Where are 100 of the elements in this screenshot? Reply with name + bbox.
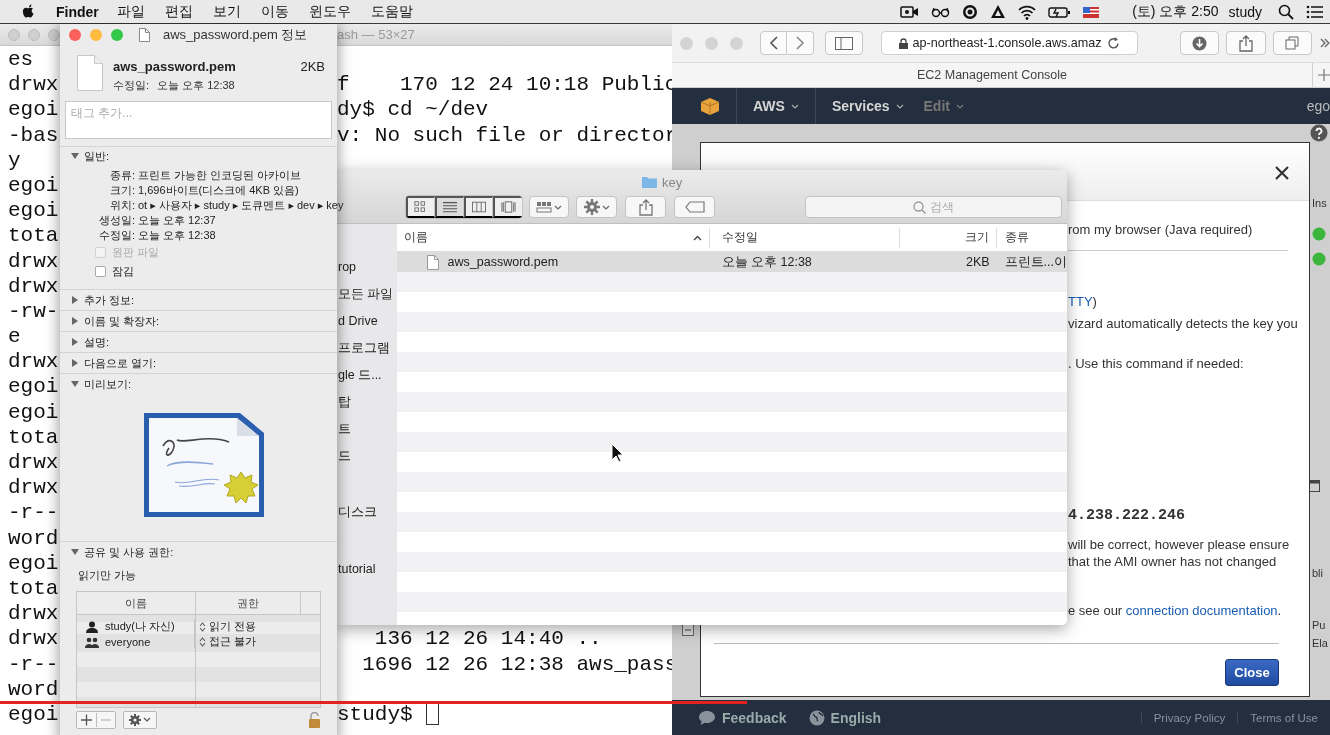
feedback-link[interactable]: Feedback [698,709,787,726]
tag-icon[interactable] [684,201,705,213]
wifi-icon[interactable] [1018,3,1037,20]
checkbox[interactable] [95,266,106,277]
tag-field[interactable]: 태그 추가... [65,101,332,139]
grid-icon[interactable] [536,201,552,213]
account-name[interactable]: ego [1306,98,1330,114]
clock-text[interactable]: (토) 오후 2:50 [1132,2,1219,21]
column-header[interactable]: 이름 [396,227,710,248]
share-icon[interactable] [638,198,653,216]
file-row[interactable]: aws_password.pem 오늘 오후 12:38 2KB 프린트...이 [396,252,1067,272]
nav-menu[interactable]: AWS [753,98,799,114]
disclosure-triangle-icon[interactable] [70,379,80,389]
globe-icon[interactable] [808,709,825,726]
column-header[interactable]: 크기 [899,227,997,248]
share-icon[interactable] [1238,34,1253,52]
section-header[interactable]: 다음으로 열기: [84,355,157,371]
column-header[interactable]: 종류 [996,227,1036,248]
section-header[interactable]: 이름 및 확장자: [84,313,160,329]
section-header[interactable]: 추가 정보: [84,292,135,308]
footer-link[interactable]: Terms of Use [1237,711,1330,724]
gear-icon[interactable] [583,199,600,215]
sidebar-item[interactable]: tutorial [337,556,397,583]
disclosure-triangle-icon[interactable] [70,316,80,326]
chevron-right-icon[interactable] [795,36,805,50]
triangle-icon[interactable] [990,3,1007,20]
back-button[interactable] [760,31,787,55]
cube-logo-icon[interactable] [700,97,720,115]
action-button[interactable] [576,196,617,218]
grid-icon[interactable] [414,200,428,214]
lock-icon[interactable] [308,712,321,728]
sidebar-item[interactable]: d Drive [337,308,397,335]
view-mode-button[interactable] [406,196,435,218]
menu-icon[interactable] [1306,3,1324,20]
sidebar-item[interactable]: 프로그램 [337,335,397,362]
chevron-left-icon[interactable] [768,36,779,50]
column-header[interactable]: 수정일 [709,227,900,248]
search-icon[interactable] [1278,3,1294,20]
section-header[interactable]: 설명: [84,334,110,350]
disclosure-triangle-icon[interactable] [70,295,80,305]
window-icon[interactable] [1308,480,1320,492]
sidebar-item[interactable]: 디스크 [337,499,397,526]
sidebar-item[interactable]: gle 드... [337,362,397,389]
nav-menu[interactable]: Services [831,98,904,114]
caret-icon[interactable] [601,204,610,210]
view-mode-button[interactable] [435,196,464,218]
circle-icon[interactable] [962,3,979,20]
section-header[interactable]: 일반: [84,148,110,164]
apple-icon[interactable] [22,3,36,20]
more-icon[interactable] [1320,37,1330,49]
up-down-arrows-icon[interactable] [199,636,206,647]
up-down-arrows-icon[interactable] [199,621,206,632]
sidebar-item[interactable]: 탑 [337,389,397,416]
close-button[interactable] [69,29,81,41]
download-icon[interactable] [1191,35,1207,51]
link[interactable]: TTY [1068,294,1093,309]
sidebar-icon[interactable] [834,36,853,50]
share-button[interactable] [625,196,666,218]
view-mode-button[interactable] [464,196,493,218]
help-icon[interactable] [1310,124,1328,142]
menu-item[interactable]: 편집 [164,2,193,21]
section-header[interactable]: 공유 및 사용 권한: [84,544,174,560]
list-icon[interactable] [443,200,457,214]
close-icon[interactable] [1275,166,1289,180]
disclosure-triangle-icon[interactable] [70,358,80,368]
download-button[interactable] [1179,31,1220,55]
speech-bubble-icon[interactable] [698,709,716,726]
menu-item[interactable]: 파일 [116,2,145,21]
menu-item[interactable]: 이동 [260,2,289,21]
sidebar-button[interactable] [825,31,863,55]
tabs-icon[interactable] [1285,36,1300,50]
arrange-button[interactable] [529,196,569,218]
close-button[interactable]: Close [1225,659,1279,686]
column-header[interactable]: 이름 [77,592,196,614]
menu-item[interactable]: Finder [56,3,99,20]
link[interactable]: connection documentation [1125,603,1278,618]
menu-item[interactable]: 도움말 [370,2,413,21]
sidebar-item[interactable]: 모든 파일 [337,281,397,308]
sidebar-item[interactable]: 트 [337,416,397,443]
reload-icon[interactable] [1106,36,1120,50]
share-button[interactable] [1226,31,1266,55]
column-header[interactable]: 권한 [196,592,301,614]
view-mode-button[interactable] [493,196,522,218]
menu-item[interactable]: 보기 [212,2,241,21]
new-tab-icon[interactable] [1318,69,1330,81]
sidebar-item[interactable]: 드 [337,443,397,470]
menu-item[interactable]: 윈도우 [308,2,351,21]
video-camera-icon[interactable] [900,3,920,20]
language-link[interactable]: English [808,709,882,726]
columns-icon[interactable] [472,200,486,214]
sidebar-item[interactable]: rop [337,254,397,281]
privilege-popup[interactable]: 접근 불가 [195,634,257,649]
section-header[interactable]: 미리보기: [84,376,132,392]
address-field[interactable]: ap-northeast-1.console.aws.amaz [880,31,1138,55]
footer-link[interactable]: Privacy Policy [1140,711,1238,724]
disclosure-triangle-icon[interactable] [70,547,80,557]
disclosure-triangle-icon[interactable] [70,337,80,347]
caret-icon[interactable] [554,204,562,210]
user-name[interactable]: study [1228,3,1262,20]
privilege-popup[interactable]: 읽기 전용 [195,619,257,634]
